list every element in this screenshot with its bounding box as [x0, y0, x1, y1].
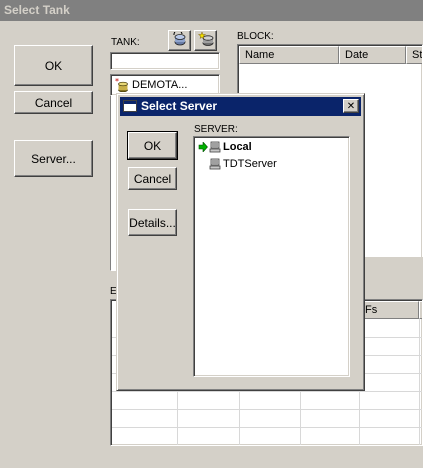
new-tank-button[interactable]	[194, 30, 217, 51]
close-icon: ✕	[346, 100, 356, 112]
current-arrow-icon	[198, 141, 208, 155]
computer-icon	[209, 141, 221, 156]
cancel-button[interactable]: Cancel	[14, 91, 93, 114]
dialog-titlebar[interactable]: Select Server	[120, 97, 361, 116]
tank-path-field[interactable]	[110, 52, 220, 70]
server-button[interactable]: Server...	[14, 140, 93, 177]
events-col-fs[interactable]: Fs	[359, 301, 419, 319]
server-list[interactable]: Local TDTServer	[193, 136, 350, 377]
dialog-ok-button[interactable]: OK	[127, 131, 178, 160]
block-label: BLOCK:	[237, 31, 274, 42]
refresh-tank-button[interactable]	[168, 30, 191, 51]
block-col-date[interactable]: Date	[339, 46, 406, 64]
events-col-more[interactable]	[419, 301, 422, 319]
dialog-details-button[interactable]: Details...	[128, 209, 177, 236]
refresh-tank-icon	[172, 30, 188, 49]
grid-line	[112, 427, 422, 428]
grid-line	[112, 409, 422, 410]
new-tank-icon	[197, 31, 214, 49]
ok-button[interactable]: OK	[14, 45, 93, 86]
dialog-title: Select Server	[141, 99, 218, 113]
server-item-label: TDTServer	[223, 158, 277, 170]
block-col-name[interactable]: Name	[239, 46, 339, 64]
window-title: Select Tank	[0, 0, 423, 21]
server-item-label: Local	[223, 141, 252, 153]
dialog-close-button[interactable]: ✕	[343, 99, 359, 113]
dialog-cancel-button[interactable]: Cancel	[128, 167, 177, 190]
block-col-status[interactable]: St	[406, 46, 422, 64]
server-label: SERVER:	[194, 124, 238, 135]
select-server-dialog: Select Server ✕ OK Cancel Details... SER…	[116, 93, 365, 391]
computer-icon	[209, 158, 221, 173]
grid-line	[112, 391, 422, 392]
tank-label: TANK:	[111, 37, 140, 48]
dialog-window-icon	[123, 100, 137, 112]
tank-item-label: DEMOTA...	[132, 79, 188, 91]
